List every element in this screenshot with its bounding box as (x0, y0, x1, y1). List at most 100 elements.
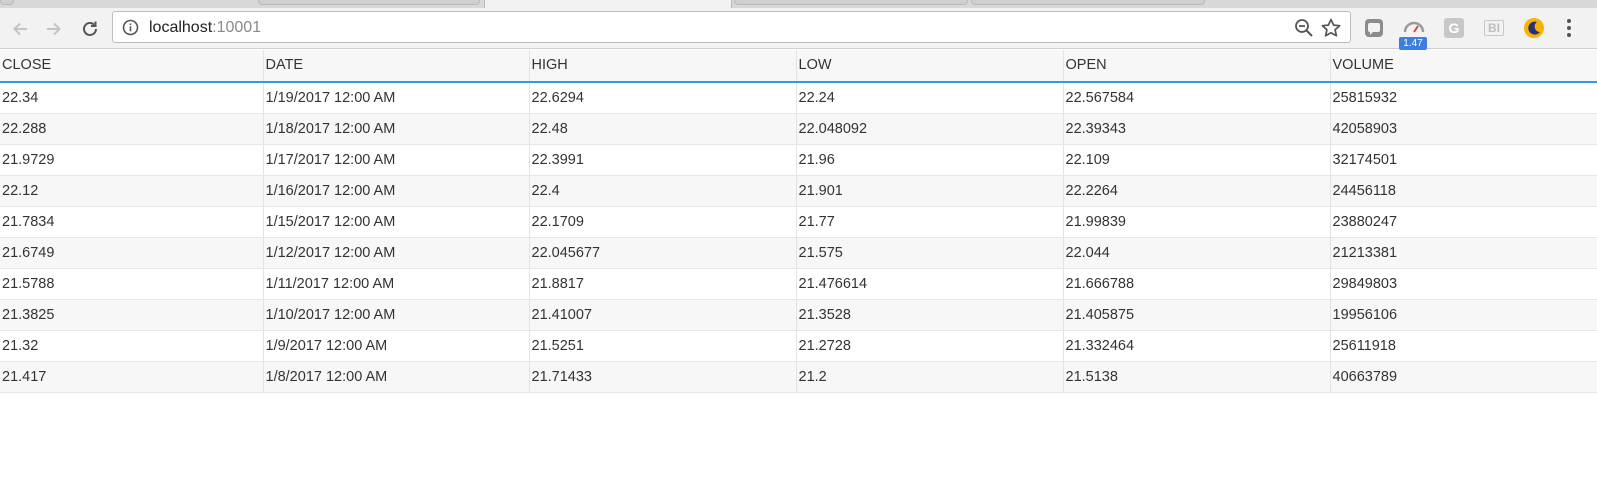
zoom-out-icon[interactable] (1294, 18, 1314, 38)
cell-open[interactable]: 22.2264 (1062, 175, 1330, 207)
table-row[interactable]: 21.32 1/9/2017 12:00 AM 21.5251 21.2728 21.3… (0, 330, 1597, 362)
cell-open[interactable]: 21.99839 (1062, 206, 1330, 238)
extension-badge: 1.47 (1399, 37, 1427, 50)
cell-volume[interactable]: 29849803 (1329, 268, 1597, 300)
table-body: 22.34 1/19/2017 12:00 AM 22.6294 22.24 22.56… (0, 82, 1597, 393)
cell-close[interactable]: 22.34 (0, 82, 263, 114)
cell-low[interactable]: 22.24 (795, 82, 1063, 114)
cell-close[interactable]: 21.7834 (0, 206, 263, 238)
cell-date[interactable]: 1/8/2017 12:00 AM (262, 361, 529, 393)
cell-open[interactable]: 22.109 (1062, 144, 1330, 176)
cell-close[interactable]: 21.5788 (0, 268, 263, 300)
cell-open[interactable]: 21.405875 (1062, 299, 1330, 331)
three-dots-icon[interactable] (1565, 16, 1573, 40)
cell-open[interactable]: 22.567584 (1062, 82, 1330, 114)
cell-volume[interactable]: 42058903 (1329, 113, 1597, 145)
extension-bi[interactable]: BI (1482, 16, 1506, 40)
url-text[interactable]: localhost:10001 (149, 18, 261, 38)
column-header-date[interactable]: DATE (262, 50, 529, 83)
bi-icon: BI (1484, 20, 1504, 36)
cell-open[interactable]: 21.5138 (1062, 361, 1330, 393)
cell-volume[interactable]: 25611918 (1329, 330, 1597, 362)
cell-open[interactable]: 21.666788 (1062, 268, 1330, 300)
cell-volume[interactable]: 19956106 (1329, 299, 1597, 331)
table-row[interactable]: 22.288 1/18/2017 12:00 AM 22.48 22.048092 22… (0, 113, 1597, 145)
address-bar[interactable]: localhost:10001 (112, 11, 1351, 43)
cell-date[interactable]: 1/11/2017 12:00 AM (262, 268, 529, 300)
cell-high[interactable]: 22.4 (528, 175, 796, 207)
cell-close[interactable]: 21.9729 (0, 144, 263, 176)
cell-low[interactable]: 21.2728 (795, 330, 1063, 362)
cell-date[interactable]: 1/9/2017 12:00 AM (262, 330, 529, 362)
table-row[interactable]: 21.3825 1/10/2017 12:00 AM 21.41007 21.3528… (0, 299, 1597, 331)
cell-date[interactable]: 1/18/2017 12:00 AM (262, 113, 529, 145)
cell-low[interactable]: 21.901 (795, 175, 1063, 207)
extension-chat-icon[interactable] (1362, 16, 1386, 40)
cell-high[interactable]: 22.48 (528, 113, 796, 145)
cell-close[interactable]: 22.12 (0, 175, 263, 207)
cell-date[interactable]: 1/16/2017 12:00 AM (262, 175, 529, 207)
column-header-high[interactable]: HIGH (528, 50, 796, 83)
cell-open[interactable]: 22.044 (1062, 237, 1330, 269)
cell-high[interactable]: 21.5251 (528, 330, 796, 362)
browser-toolbar: localhost:10001 1.47 G BI (0, 8, 1597, 50)
reload-button[interactable] (76, 15, 104, 43)
table-row[interactable]: 22.12 1/16/2017 12:00 AM 22.4 21.901 22.2264… (0, 175, 1597, 207)
cell-high[interactable]: 21.71433 (528, 361, 796, 393)
cell-volume[interactable]: 32174501 (1329, 144, 1597, 176)
forward-button[interactable] (40, 15, 68, 43)
cell-low[interactable]: 21.77 (795, 206, 1063, 238)
cell-date[interactable]: 1/19/2017 12:00 AM (262, 82, 529, 114)
cell-date[interactable]: 1/10/2017 12:00 AM (262, 299, 529, 331)
table-row[interactable]: 21.9729 1/17/2017 12:00 AM 22.3991 21.96 22.… (0, 144, 1597, 176)
column-header-open[interactable]: OPEN (1062, 50, 1330, 83)
table-row[interactable]: 21.7834 1/15/2017 12:00 AM 22.1709 21.77 21.… (0, 206, 1597, 238)
cell-close[interactable]: 21.32 (0, 330, 263, 362)
cell-low[interactable]: 21.3528 (795, 299, 1063, 331)
extension-g[interactable]: G (1442, 16, 1466, 40)
cell-close[interactable]: 21.417 (0, 361, 263, 393)
url-host: localhost (149, 19, 213, 36)
cell-close[interactable]: 21.3825 (0, 299, 263, 331)
cell-close[interactable]: 21.6749 (0, 237, 263, 269)
cell-open[interactable]: 22.39343 (1062, 113, 1330, 145)
cell-high[interactable]: 21.8817 (528, 268, 796, 300)
star-icon[interactable] (1320, 17, 1342, 39)
cell-high[interactable]: 22.1709 (528, 206, 796, 238)
cell-high[interactable]: 21.41007 (528, 299, 796, 331)
column-header-close[interactable]: CLOSE (0, 50, 263, 83)
info-icon[interactable] (122, 19, 139, 36)
table-row[interactable]: 21.6749 1/12/2017 12:00 AM 22.045677 21.575… (0, 237, 1597, 269)
table-row[interactable]: 22.34 1/19/2017 12:00 AM 22.6294 22.24 22.56… (0, 82, 1597, 114)
reload-icon (83, 21, 97, 36)
cell-low[interactable]: 21.96 (795, 144, 1063, 176)
cell-volume[interactable]: 24456118 (1329, 175, 1597, 207)
cell-high[interactable]: 22.045677 (528, 237, 796, 269)
tab-active[interactable] (484, 0, 732, 8)
cell-volume[interactable]: 25815932 (1329, 82, 1597, 114)
cell-low[interactable]: 22.048092 (795, 113, 1063, 145)
column-header-low[interactable]: LOW (795, 50, 1063, 83)
cell-volume[interactable]: 40663789 (1329, 361, 1597, 393)
cell-volume[interactable]: 21213381 (1329, 237, 1597, 269)
cell-high[interactable]: 22.3991 (528, 144, 796, 176)
cell-volume[interactable]: 23880247 (1329, 206, 1597, 238)
cell-date[interactable]: 1/17/2017 12:00 AM (262, 144, 529, 176)
extension-dark-mode[interactable] (1522, 16, 1546, 40)
table-row[interactable]: 21.5788 1/11/2017 12:00 AM 21.8817 21.47661… (0, 268, 1597, 300)
cell-close[interactable]: 22.288 (0, 113, 263, 145)
column-header-volume[interactable]: VOLUME (1329, 50, 1597, 83)
tab[interactable] (971, 0, 1205, 5)
back-button[interactable] (6, 15, 34, 43)
cell-low[interactable]: 21.476614 (795, 268, 1063, 300)
table-row[interactable]: 21.417 1/8/2017 12:00 AM 21.71433 21.2 21.51… (0, 361, 1597, 393)
tab[interactable] (258, 0, 480, 5)
cell-low[interactable]: 21.575 (795, 237, 1063, 269)
cell-high[interactable]: 22.6294 (528, 82, 796, 114)
tab[interactable] (734, 0, 968, 5)
cell-low[interactable]: 21.2 (795, 361, 1063, 393)
cell-date[interactable]: 1/12/2017 12:00 AM (262, 237, 529, 269)
tab[interactable] (0, 0, 14, 5)
cell-date[interactable]: 1/15/2017 12:00 AM (262, 206, 529, 238)
cell-open[interactable]: 21.332464 (1062, 330, 1330, 362)
